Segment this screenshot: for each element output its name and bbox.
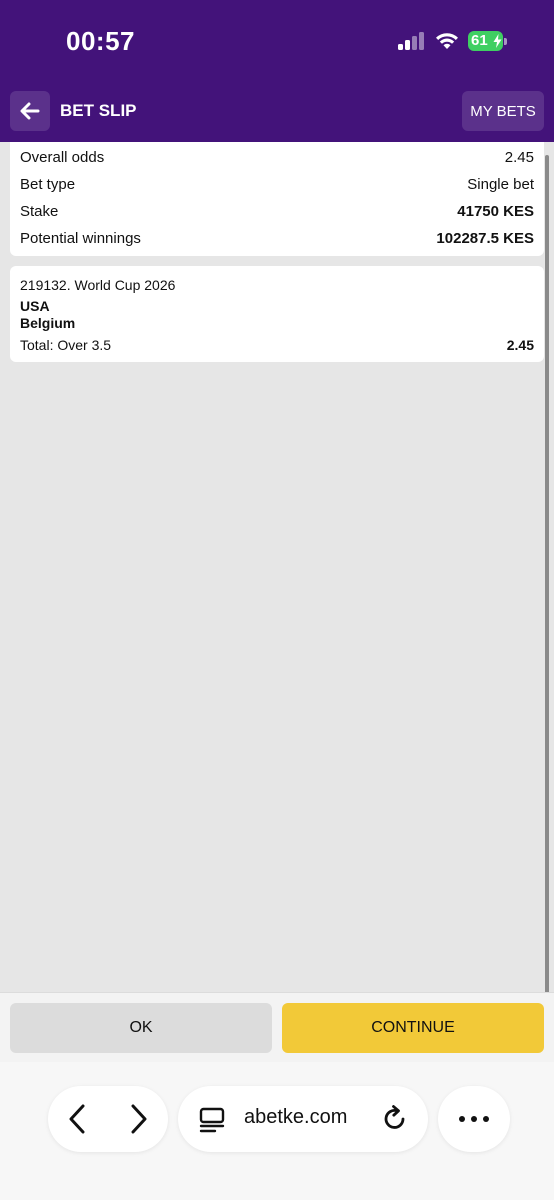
team-away: Belgium [20,315,76,331]
summary-value: 41750 KES [457,203,534,220]
battery-icon: 61 [468,31,508,51]
reload-icon[interactable] [380,1104,410,1134]
browser-toolbar: abetke.com [0,1062,554,1200]
summary-label: Potential winnings [20,230,141,247]
status-time: 00:57 [66,26,135,56]
browser-forward-button[interactable] [124,1103,154,1135]
summary-value: 102287.5 KES [436,230,534,247]
browser-nav-group [48,1086,168,1152]
address-bar[interactable]: abetke.com [178,1086,428,1152]
charging-bolt-icon [493,34,502,48]
scrollbar[interactable] [545,155,549,1115]
cellular-signal-icon [398,32,424,50]
continue-button[interactable]: CONTINUE [282,1003,544,1053]
dot-icon [483,1116,489,1122]
market-label: Total: Over 3.5 [20,337,112,353]
summary-value: 2.45 [504,149,534,166]
url-text: abetke.com [244,1106,348,1128]
summary-value: Single bet [467,176,534,193]
event-id-line: 219132. World Cup 2026 [20,277,176,293]
summary-row-overall-odds: Overall odds 2.45 [20,144,534,171]
chevron-left-icon [69,1104,85,1134]
summary-label: Overall odds [20,149,105,166]
bet-summary-card: Overall odds 2.45 Bet type Single bet St… [10,142,544,256]
browser-back-button[interactable] [62,1103,92,1135]
summary-row-stake: Stake 41750 KES [20,198,534,225]
page-title: BET SLIP [60,101,137,120]
wifi-icon [436,33,458,49]
summary-label: Bet type [20,176,76,193]
action-bar: OK CONTINUE [0,992,554,1062]
app-header: 00:57 61 BET SLIP MY BETS [0,0,554,142]
chevron-right-icon [131,1104,147,1134]
dot-icon [459,1116,465,1122]
summary-row-potential-winnings: Potential winnings 102287.5 KES [20,225,534,252]
summary-label: Stake [20,203,59,220]
my-bets-button[interactable]: MY BETS [462,91,544,131]
more-options-button[interactable] [438,1086,510,1152]
arrow-left-icon [20,102,40,120]
ok-button[interactable]: OK [10,1003,272,1053]
team-home: USA [20,298,50,314]
back-button[interactable] [10,91,50,131]
event-odds: 2.45 [506,337,534,353]
tab-overview-icon[interactable] [198,1106,226,1134]
summary-row-bet-type: Bet type Single bet [20,171,534,198]
event-card[interactable]: 219132. World Cup 2026 USA Belgium Total… [10,266,544,362]
battery-percent: 61 [471,32,488,49]
dot-icon [471,1116,477,1122]
